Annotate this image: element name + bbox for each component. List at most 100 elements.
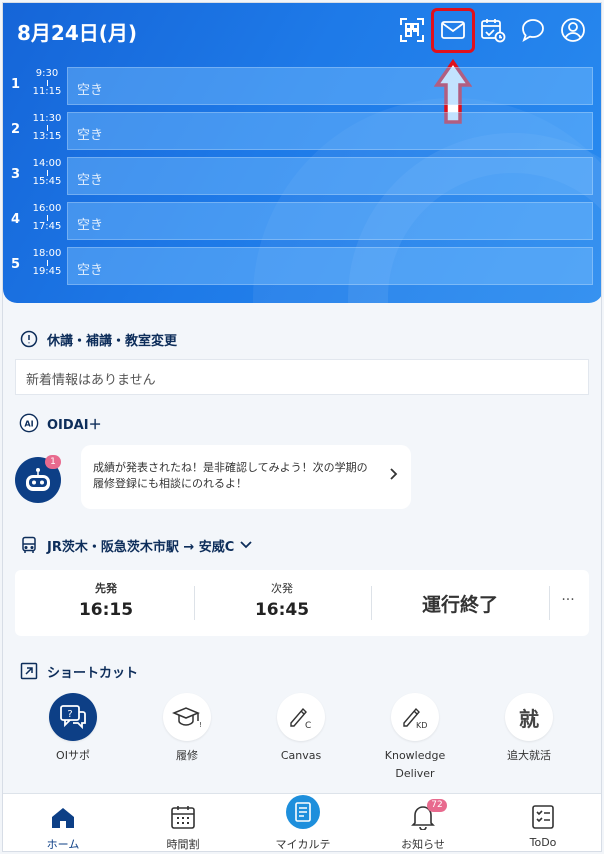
shortcut-label: OIサポ [56, 749, 90, 762]
bottom-tab-bar: ホーム 時間割 マイカルテ お知らせ ToDo [3, 793, 601, 851]
chevron-down-icon[interactable] [240, 538, 252, 553]
calendar-clock-icon[interactable] [478, 15, 508, 45]
shortcut-label: 追大就活 [507, 749, 551, 762]
bus-route: JR茨木・阪急茨木市駅 → 安威C [47, 539, 235, 555]
bus-icon [19, 535, 39, 555]
period-slot[interactable]: 空き [67, 202, 593, 240]
ai-heading: AI OIDAI＋ [19, 413, 102, 433]
period-start: 14:00 [32, 158, 62, 169]
tab-label: ホーム [46, 838, 80, 851]
user-icon[interactable] [558, 15, 588, 45]
period-end: 19:45 [32, 266, 62, 277]
tab-label: 時間割 [166, 838, 200, 851]
today-date: 8月24日(月) [17, 21, 138, 45]
tab-label: マイカルテ [275, 838, 331, 851]
svg-text:?: ? [67, 709, 72, 720]
chevron-right-icon [389, 467, 399, 484]
period-slot[interactable]: 空き [67, 67, 593, 105]
svg-text:!: ! [199, 721, 202, 729]
period-number: 1 [11, 77, 21, 92]
tab-todo[interactable]: ToDo [483, 794, 601, 851]
ai-badge: 1 [45, 455, 61, 469]
tab-label: お知らせ [401, 838, 445, 851]
shortcuts-title: ショートカット [47, 665, 139, 681]
period-number: 5 [11, 257, 21, 272]
bus-first: 先発 16:15 [31, 580, 181, 620]
period-end: 11:15 [32, 86, 62, 97]
job-glyph: 就 [519, 706, 539, 731]
bus-status: 運行終了 [421, 594, 498, 616]
bus-first-time: 16:15 [78, 600, 134, 620]
period-slot[interactable]: 空き [67, 157, 593, 195]
qr-code-icon[interactable] [397, 15, 427, 45]
period-time: 14:00 15:45 [29, 158, 65, 188]
period-number: 2 [11, 122, 21, 137]
home-icon [3, 794, 123, 830]
more-options-button[interactable]: ··· [553, 592, 583, 608]
shortcut-icon [19, 661, 39, 681]
info-icon [19, 329, 39, 349]
tab-my-karte[interactable]: マイカルテ [243, 794, 363, 851]
notices-empty: 新着情報はありません [15, 359, 589, 395]
job-hunting-icon: 就 [505, 693, 553, 741]
period-row[interactable]: 3 14:00 15:45 空き [3, 157, 601, 195]
period-number: 3 [11, 167, 21, 182]
shortcut-risyu[interactable]: ! 履修 [139, 693, 235, 765]
svg-text:KD: KD [416, 721, 427, 730]
tab-home[interactable]: ホーム [3, 794, 123, 851]
shortcut-canvas[interactable]: C Canvas [253, 693, 349, 765]
period-time: 18:00 19:45 [29, 248, 65, 278]
period-number: 4 [11, 212, 21, 227]
shortcut-label: Knowledge Deliver [384, 749, 446, 780]
app-frame: 8月24日(月) 1 9:30 11:15 空き 2 11:30 13:15 空… [2, 2, 602, 852]
tab-timetable[interactable]: 時間割 [123, 794, 243, 851]
period-row[interactable]: 2 11:30 13:15 空き [3, 112, 601, 150]
period-row[interactable]: 1 9:30 11:15 空き [3, 67, 601, 105]
period-time: 16:00 17:45 [29, 203, 65, 233]
knowledge-deliver-icon: KD [391, 693, 439, 741]
period-start: 11:30 [32, 113, 62, 124]
notifications-badge: 72 [427, 799, 447, 812]
period-start: 18:00 [32, 248, 62, 259]
svg-text:C: C [305, 721, 311, 731]
period-time: 11:30 13:15 [29, 113, 65, 143]
svg-text:AI: AI [24, 419, 33, 429]
period-end: 13:15 [32, 131, 62, 142]
ai-title: OIDAI＋ [47, 417, 102, 433]
bell-icon [363, 794, 483, 830]
ai-icon: AI [19, 413, 39, 433]
mail-highlight-box [431, 8, 475, 53]
period-slot[interactable]: 空き [67, 247, 593, 285]
shortcut-oi-support[interactable]: ? OIサポ [25, 693, 121, 765]
period-end: 15:45 [32, 176, 62, 187]
shortcut-job-hunting[interactable]: 就 追大就活 [481, 693, 577, 765]
my-karte-icon [243, 794, 363, 830]
bus-next-time: 16:45 [254, 600, 310, 620]
bus-next: 次発 16:45 [207, 580, 357, 620]
bus-heading[interactable]: JR茨木・阪急茨木市駅 → 安威C [19, 535, 252, 555]
ai-message-bubble[interactable]: 成績が発表されたね！是非確認してみよう！次の学期の履修登録にも相談にのれるよ！ [81, 445, 411, 509]
todo-icon [483, 794, 601, 830]
bus-next-label: 次発 [271, 582, 293, 595]
bus-first-label: 先発 [95, 582, 117, 595]
period-slot[interactable]: 空き [67, 112, 593, 150]
tab-notifications[interactable]: お知らせ [363, 794, 483, 851]
canvas-pen-icon: C [277, 693, 325, 741]
timetable-icon [123, 794, 243, 830]
period-start: 16:00 [32, 203, 62, 214]
shortcut-knowledge-deliver[interactable]: KD Knowledge Deliver [367, 693, 463, 783]
notices-heading: 休講・補講・教室変更 [19, 329, 177, 349]
notices-title: 休講・補講・教室変更 [47, 333, 178, 349]
support-chat-icon: ? [49, 693, 97, 741]
today-timetable-panel: 8月24日(月) 1 9:30 11:15 空き 2 11:30 13:15 空… [3, 3, 601, 303]
shortcuts-heading: ショートカット [19, 661, 138, 681]
period-row[interactable]: 5 18:00 19:45 空き [3, 247, 601, 285]
shortcut-label: Canvas [280, 749, 322, 762]
graduation-cap-icon: ! [163, 693, 211, 741]
bus-schedule-card: 先発 16:15 次発 16:45 運行終了 ··· [15, 570, 589, 636]
period-start: 9:30 [35, 68, 59, 79]
chat-icon[interactable] [518, 15, 548, 45]
period-row[interactable]: 4 16:00 17:45 空き [3, 202, 601, 240]
shortcut-label: 履修 [176, 749, 198, 762]
period-time: 9:30 11:15 [29, 68, 65, 98]
